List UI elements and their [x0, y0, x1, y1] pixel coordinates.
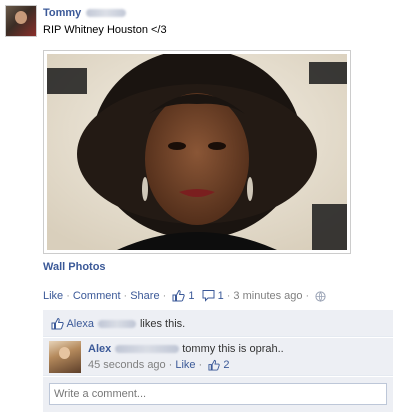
comment-text: tommy this is oprah..: [182, 343, 284, 355]
write-comment-input[interactable]: [49, 383, 387, 405]
redacted-last-name: [115, 345, 180, 354]
separator: ·: [226, 290, 231, 302]
comment-item: Alex tommy this is oprah.. 45 seconds ago…: [43, 338, 393, 376]
post-actions: Like · Comment · Share · 1 1 · 3 minutes ago ·: [43, 289, 326, 305]
separator: ·: [162, 290, 167, 302]
thumbs-up-icon: [51, 317, 64, 333]
like-link[interactable]: Like: [43, 290, 63, 302]
comment-count[interactable]: 1: [218, 290, 224, 302]
post-photo[interactable]: [43, 49, 351, 254]
post-timestamp[interactable]: 3 minutes ago: [233, 290, 302, 302]
post-author-name[interactable]: Tommy: [43, 7, 81, 19]
like-count[interactable]: 1: [188, 290, 194, 302]
comment-bubble-icon: [202, 289, 215, 305]
likes-suffix: likes this.: [139, 318, 186, 330]
likes-summary: Alexa likes this.: [43, 310, 393, 337]
commenter-avatar[interactable]: [49, 341, 81, 373]
author-avatar[interactable]: [5, 5, 37, 37]
album-link[interactable]: Wall Photos: [43, 261, 106, 273]
separator: ·: [66, 290, 70, 302]
commenter-name[interactable]: Alex: [88, 343, 111, 355]
redacted-last-name: [86, 9, 127, 18]
separator: ·: [198, 359, 203, 371]
post-message: RIP Whitney Houston </3: [43, 24, 167, 36]
comment-timestamp[interactable]: 45 seconds ago: [88, 359, 166, 371]
liker-name[interactable]: Alexa: [66, 318, 94, 330]
thumbs-up-icon: [208, 359, 220, 374]
redacted-last-name: [97, 320, 136, 329]
comment-like-count[interactable]: 2: [223, 359, 229, 371]
comment-body: Alex tommy this is oprah..: [88, 343, 284, 355]
write-comment-area: [43, 377, 393, 412]
separator: ·: [305, 290, 310, 302]
thumbs-up-icon: [172, 289, 185, 305]
photo-image: [47, 49, 347, 250]
share-link[interactable]: Share: [130, 290, 159, 302]
globe-icon: [315, 291, 326, 305]
comment-meta: 45 seconds ago · Like · 2: [88, 359, 229, 374]
comment-link[interactable]: Comment: [73, 290, 121, 302]
separator: ·: [168, 359, 173, 371]
post-author[interactable]: Tommy: [43, 7, 127, 19]
separator: ·: [123, 290, 128, 302]
comment-like-link[interactable]: Like: [175, 359, 195, 371]
